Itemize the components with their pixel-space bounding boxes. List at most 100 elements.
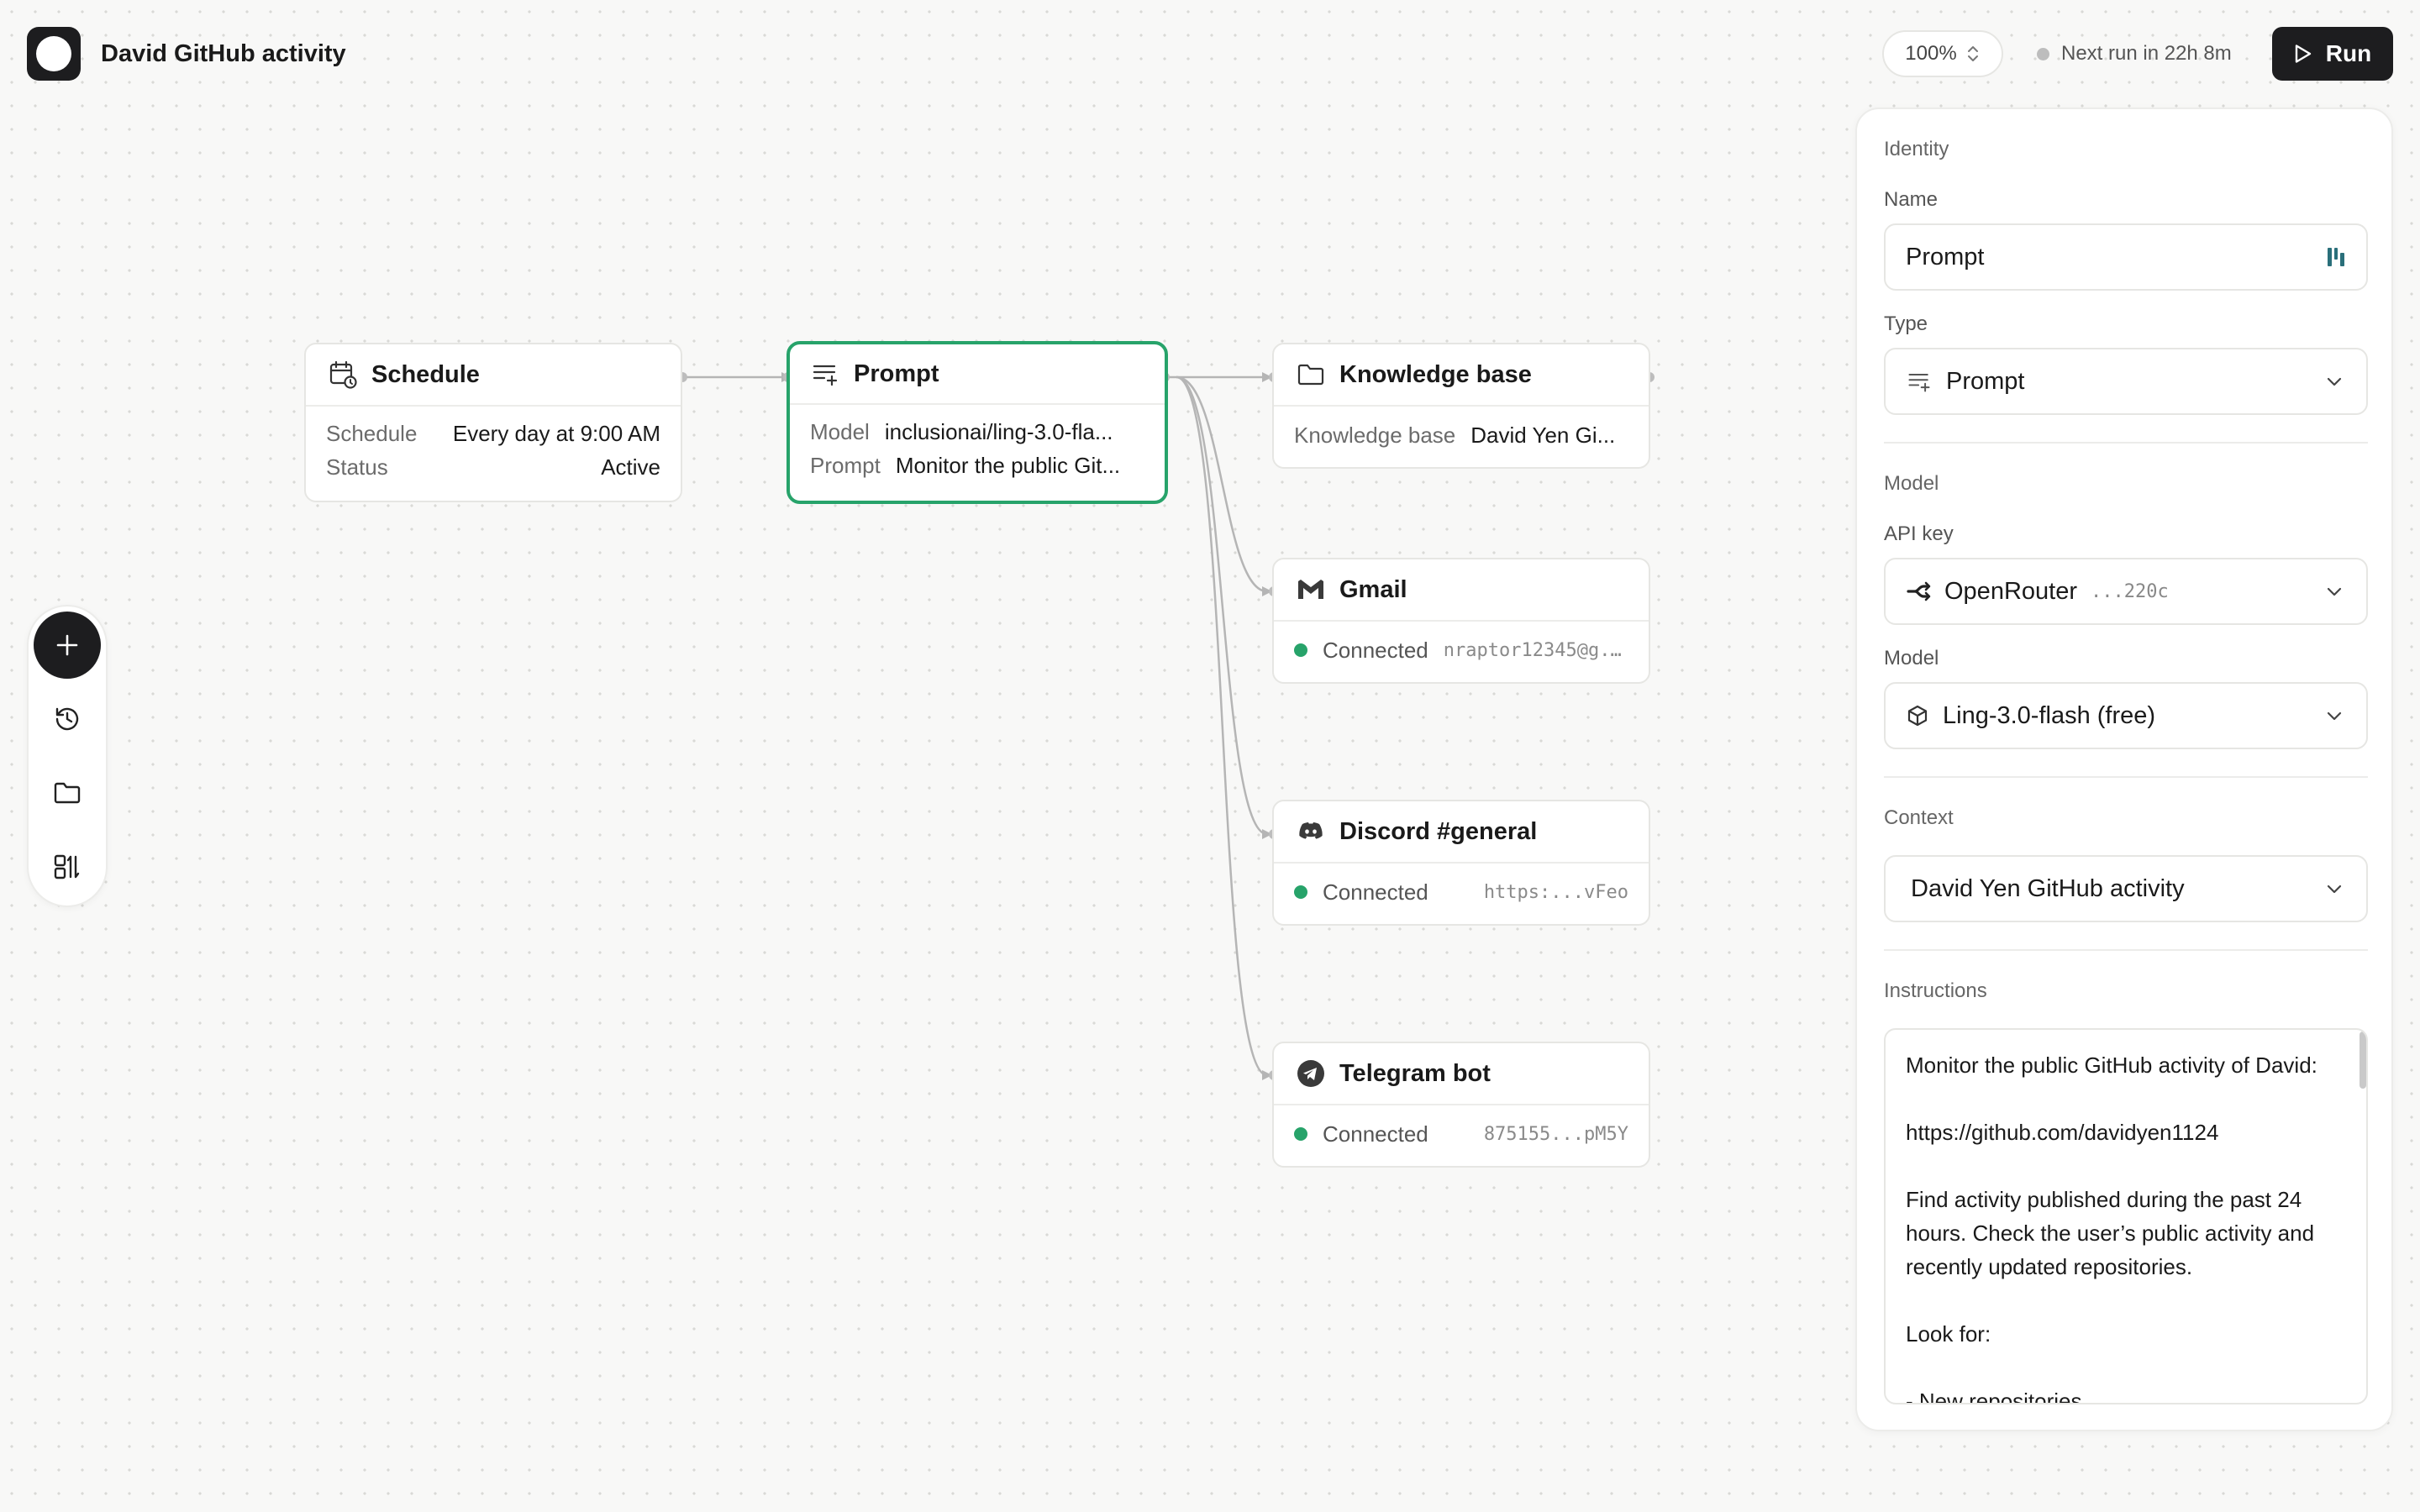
layout-sort-icon bbox=[54, 854, 80, 879]
model-value: Ling-3.0-flash (free) bbox=[1943, 701, 2156, 729]
node-header: Schedule bbox=[306, 344, 681, 407]
context-select[interactable]: David Yen GitHub activity bbox=[1884, 855, 2368, 922]
node-discord[interactable]: Discord #general Connected https:...vFeo bbox=[1272, 800, 1650, 926]
workflow-title: David GitHub activity bbox=[101, 40, 346, 67]
status-text: Connected bbox=[1323, 1121, 1428, 1147]
folder-icon bbox=[54, 782, 81, 804]
api-key-suffix: ...220c bbox=[2091, 580, 2169, 602]
divider bbox=[1884, 776, 2368, 778]
node-field-row: Schedule Every day at 9:00 AM bbox=[306, 417, 681, 450]
history-icon bbox=[55, 707, 79, 731]
play-icon bbox=[2295, 45, 2311, 63]
connected-dot bbox=[1294, 1127, 1307, 1141]
connection-detail: nraptor12345@g... bbox=[1443, 639, 1628, 661]
field-key: Knowledge base bbox=[1294, 422, 1456, 448]
connection-status-row: Connected nraptor12345@g... bbox=[1274, 633, 1649, 667]
telegram-icon bbox=[1297, 1060, 1324, 1087]
node-telegram[interactable]: Telegram bot Connected 875155...pM5Y bbox=[1272, 1042, 1650, 1168]
node-knowledge-base[interactable]: Knowledge base Knowledge base David Yen … bbox=[1272, 343, 1650, 469]
node-field-row: Prompt Monitor the public Git... bbox=[790, 449, 1165, 482]
node-gmail[interactable]: Gmail Connected nraptor12345@g... bbox=[1272, 558, 1650, 684]
node-header: Discord #general bbox=[1274, 801, 1649, 864]
add-node-button[interactable] bbox=[34, 612, 101, 679]
calendar-clock-icon bbox=[329, 360, 357, 389]
chevron-down-icon bbox=[2327, 711, 2342, 721]
connection-status-row: Connected 875155...pM5Y bbox=[1274, 1117, 1649, 1151]
node-prompt[interactable]: Prompt Model inclusionai/ling-3.0-fla...… bbox=[786, 341, 1168, 504]
node-header: Prompt bbox=[790, 344, 1165, 405]
openrouter-icon bbox=[1907, 581, 1931, 601]
node-title: Discord #general bbox=[1339, 817, 1538, 845]
password-manager-icon[interactable] bbox=[2326, 244, 2346, 270]
zoom-selector[interactable]: 100% bbox=[1882, 30, 2003, 77]
node-title: Knowledge base bbox=[1339, 360, 1532, 388]
node-schedule[interactable]: Schedule Schedule Every day at 9:00 AM S… bbox=[304, 343, 682, 502]
model-select[interactable]: Ling-3.0-flash (free) bbox=[1884, 682, 2368, 749]
node-title: Prompt bbox=[854, 360, 939, 387]
model-label: Model bbox=[1884, 647, 1939, 669]
name-input[interactable]: Prompt bbox=[1884, 223, 2368, 291]
identity-section-label: Identity bbox=[1884, 138, 1949, 160]
instructions-text: Monitor the public GitHub activity of Da… bbox=[1906, 1053, 2317, 1404]
app-logo[interactable] bbox=[27, 27, 81, 81]
status-text: Connected bbox=[1323, 879, 1428, 905]
chevron-down-icon bbox=[2327, 377, 2342, 386]
name-label: Name bbox=[1884, 188, 1939, 211]
node-field-row: Status Active bbox=[306, 450, 681, 484]
cube-icon bbox=[1907, 705, 1928, 727]
node-field-row: Model inclusionai/ling-3.0-fla... bbox=[790, 415, 1165, 449]
connection-status: Connected bbox=[1294, 638, 1428, 664]
node-field-row: Knowledge base David Yen Gi... bbox=[1274, 418, 1649, 452]
field-value: Monitor the public Git... bbox=[895, 452, 1121, 478]
discord-icon bbox=[1299, 822, 1323, 839]
field-value: David Yen Gi... bbox=[1470, 422, 1616, 448]
instructions-label: Instructions bbox=[1884, 979, 1987, 1002]
divider bbox=[1884, 442, 2368, 444]
instructions-textarea[interactable]: Monitor the public GitHub activity of Da… bbox=[1884, 1028, 2368, 1404]
files-button[interactable] bbox=[40, 766, 94, 820]
next-run-status: Next run in 22h 8m bbox=[2037, 37, 2232, 71]
node-title: Gmail bbox=[1339, 575, 1407, 603]
edge-prompt-discord bbox=[1176, 375, 1268, 836]
chevron-down-icon bbox=[2327, 885, 2342, 894]
node-inspector-panel: Identity Name Prompt Type Prompt Model A… bbox=[1855, 108, 2393, 1431]
connection-status-row: Connected https:...vFeo bbox=[1274, 875, 1649, 909]
list-plus-icon bbox=[1908, 374, 1930, 392]
connection-detail: 875155...pM5Y bbox=[1483, 1123, 1628, 1145]
edge-prompt-telegram bbox=[1176, 375, 1268, 1077]
layout-button[interactable] bbox=[40, 840, 94, 894]
field-key: Model bbox=[810, 418, 870, 444]
api-key-label: API key bbox=[1884, 522, 1954, 545]
run-button[interactable]: Run bbox=[2272, 27, 2393, 81]
list-plus-icon bbox=[813, 365, 838, 386]
field-key: Schedule bbox=[326, 420, 418, 446]
node-title: Telegram bot bbox=[1339, 1059, 1491, 1087]
scrollbar[interactable] bbox=[2360, 1032, 2366, 1089]
node-header: Telegram bot bbox=[1274, 1043, 1649, 1105]
api-key-select[interactable]: OpenRouter ...220c bbox=[1884, 558, 2368, 625]
api-key-provider: OpenRouter bbox=[1944, 577, 2077, 605]
folder-icon bbox=[1297, 364, 1324, 386]
type-value: Prompt bbox=[1946, 367, 2025, 395]
model-section-label: Model bbox=[1884, 472, 1939, 495]
plus-icon bbox=[56, 634, 78, 656]
field-key: Prompt bbox=[810, 452, 881, 478]
field-value: Active bbox=[601, 454, 660, 480]
type-label: Type bbox=[1884, 312, 1928, 335]
connection-status: Connected bbox=[1294, 879, 1428, 906]
up-down-chevron-icon bbox=[1967, 46, 1978, 61]
field-value: inclusionai/ling-3.0-fla... bbox=[884, 418, 1113, 444]
status-text: Connected bbox=[1323, 637, 1428, 663]
field-value: Every day at 9:00 AM bbox=[452, 420, 660, 446]
status-dot bbox=[2037, 47, 2049, 60]
next-run-text: Next run in 22h 8m bbox=[2061, 42, 2232, 65]
run-label: Run bbox=[2325, 40, 2372, 66]
connected-dot bbox=[1294, 643, 1307, 657]
connected-dot bbox=[1294, 885, 1307, 899]
history-button[interactable] bbox=[40, 692, 94, 746]
edge-prompt-gmail bbox=[1176, 375, 1268, 593]
node-header: Knowledge base bbox=[1274, 344, 1649, 407]
node-header: Gmail bbox=[1274, 559, 1649, 622]
type-select[interactable]: Prompt bbox=[1884, 348, 2368, 415]
zoom-level: 100% bbox=[1905, 42, 1957, 65]
